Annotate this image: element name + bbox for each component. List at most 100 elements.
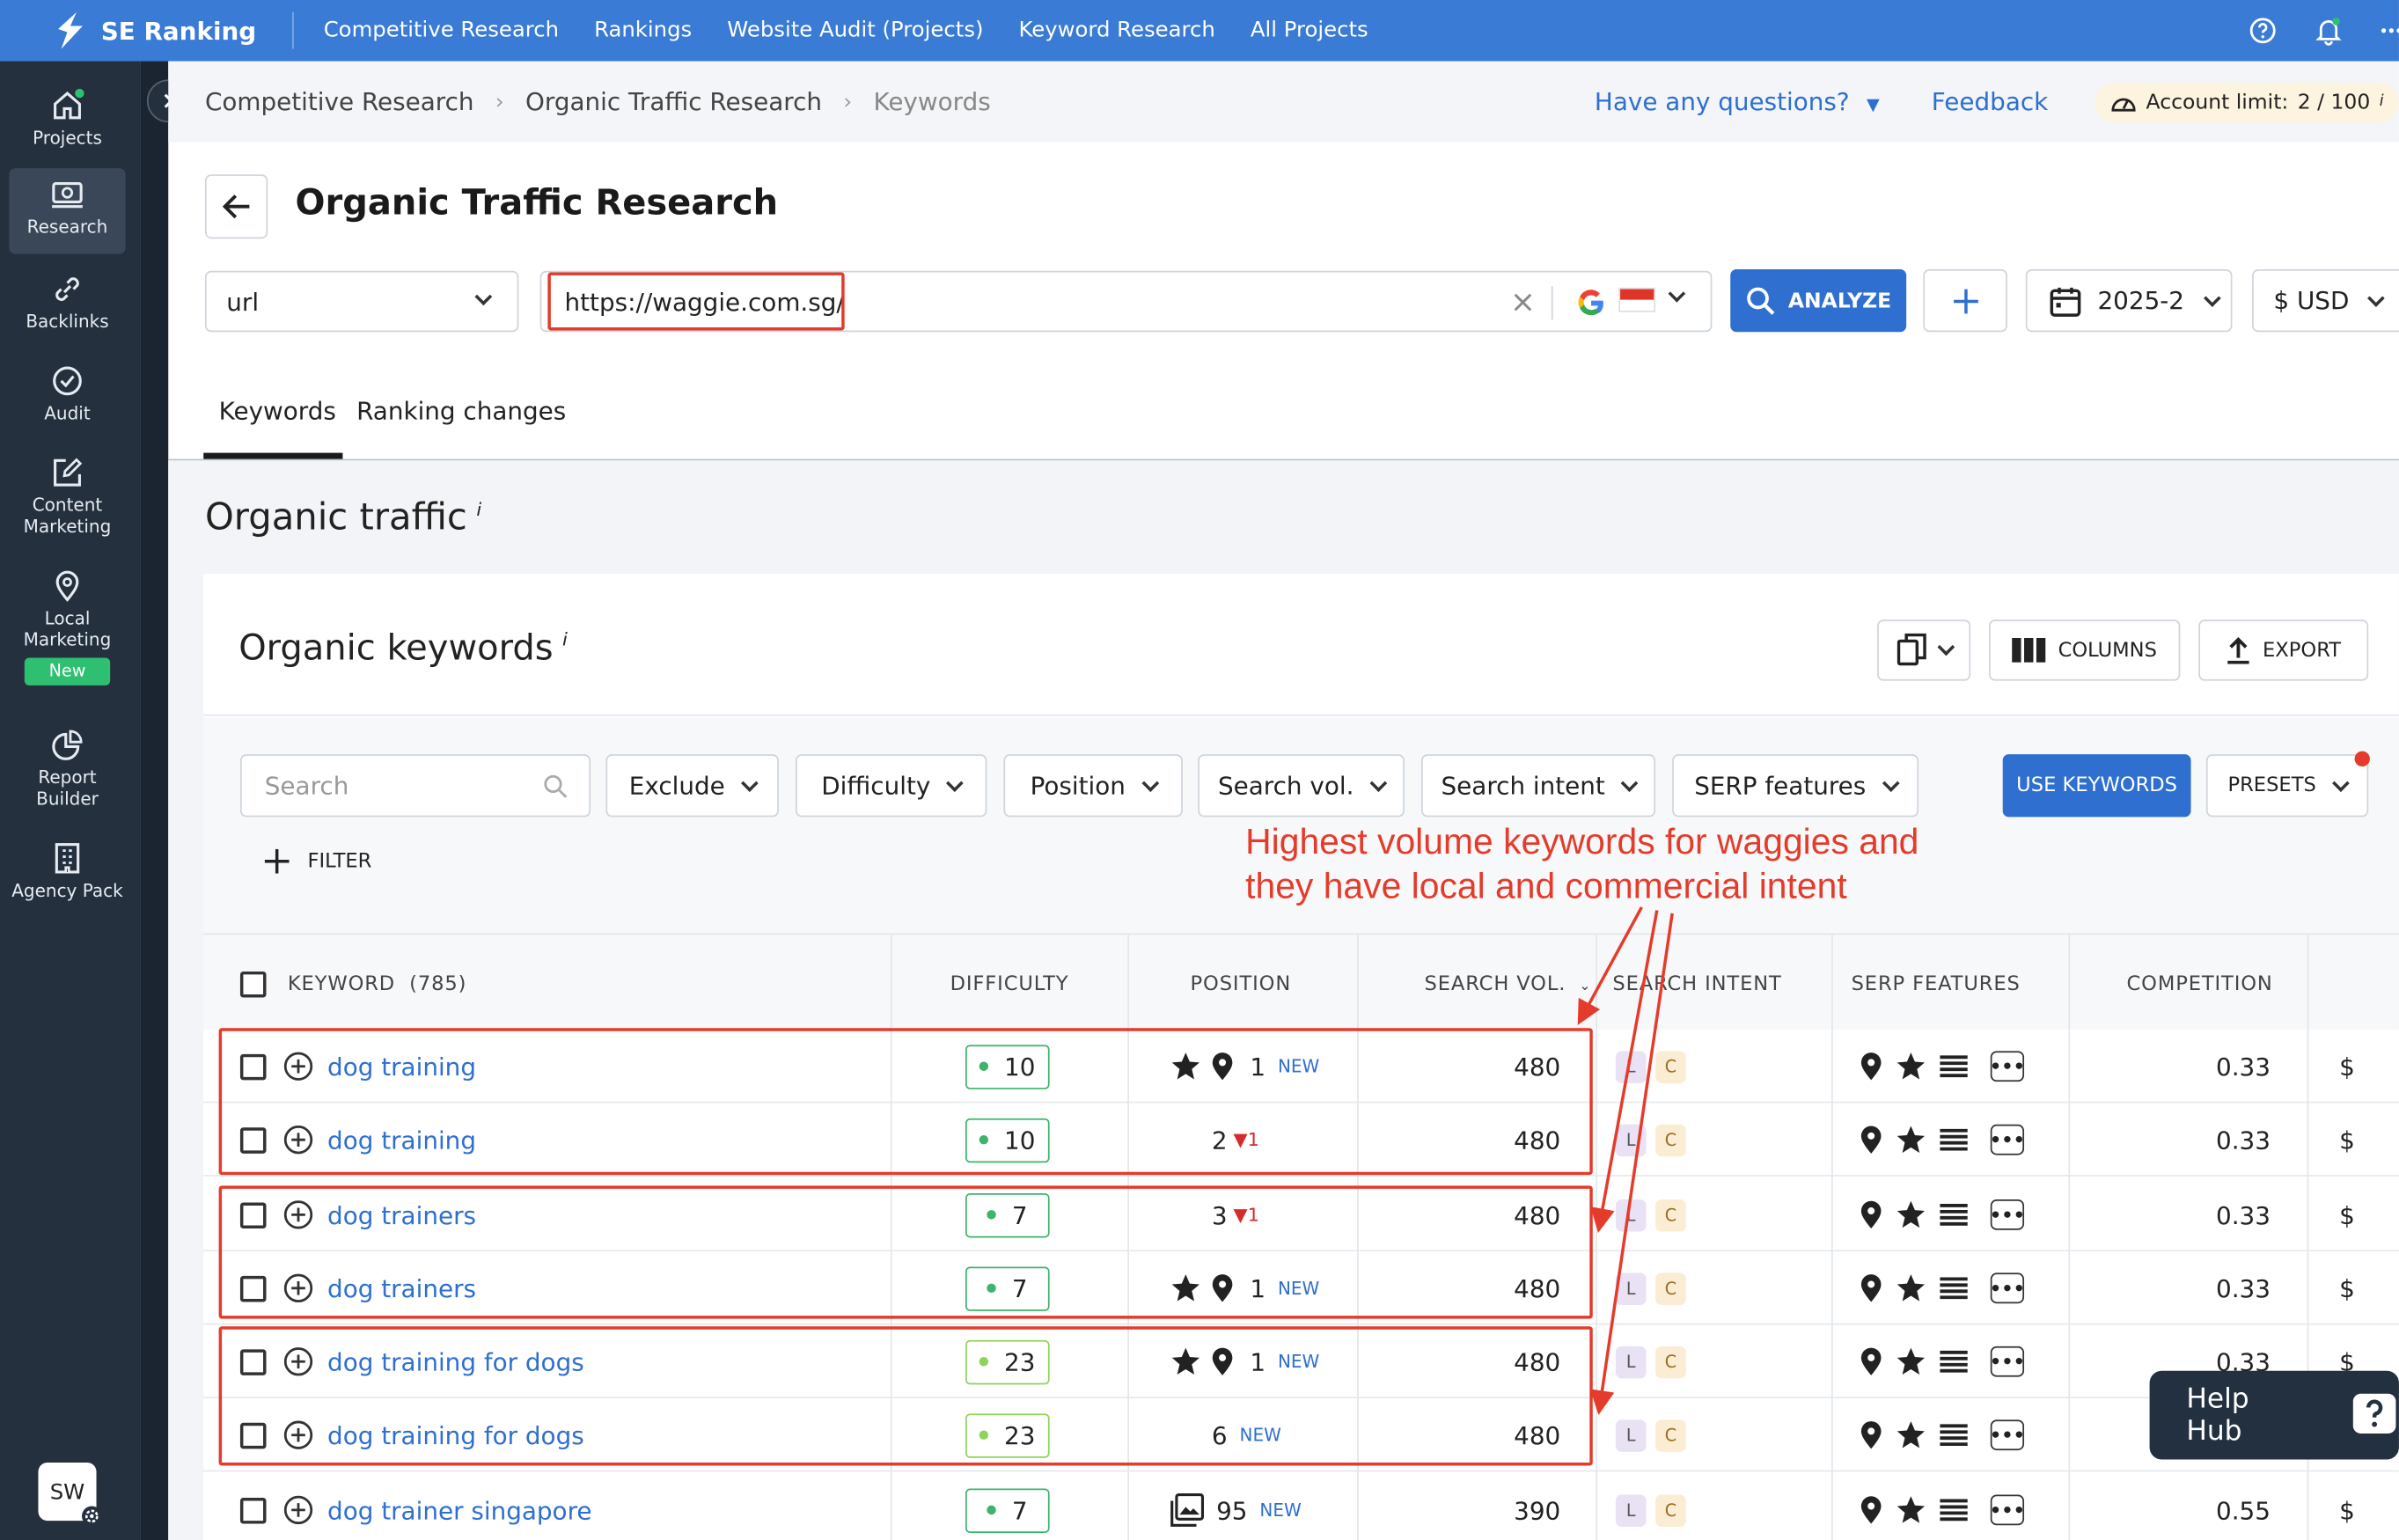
intent-badge-local: L <box>1615 1493 1647 1527</box>
url-input[interactable]: https://waggie.com.sg/ × <box>539 270 1713 333</box>
breadcrumb-item-organic-traffic-research[interactable]: Organic Traffic Research <box>525 87 822 116</box>
add-circle-icon[interactable] <box>283 1199 314 1230</box>
keyword-link[interactable]: dog trainers <box>327 1273 476 1302</box>
position-filter-button[interactable]: Position <box>1003 754 1183 818</box>
info-icon[interactable]: i <box>562 629 568 650</box>
breadcrumb-item-competitive-research[interactable]: Competitive Research <box>205 87 474 116</box>
more-features-button[interactable]: ••• <box>1990 1346 2025 1377</box>
topnav-website-audit[interactable]: Website Audit (Projects) <box>709 18 1001 43</box>
help-hub-button[interactable]: Help Hub <box>2149 1370 2399 1460</box>
add-circle-icon[interactable] <box>283 1495 314 1526</box>
more-features-button[interactable]: ••• <box>1990 1494 2025 1526</box>
tab-keywords[interactable]: Keywords <box>219 396 336 425</box>
difficulty-badge: 7 <box>965 1487 1050 1533</box>
location-pin-icon <box>1860 1200 1882 1229</box>
have-questions-dropdown[interactable]: Have any questions? ▼ <box>1595 87 1880 116</box>
add-circle-icon[interactable] <box>283 1419 314 1450</box>
date-select[interactable]: 2025-2 <box>2025 268 2233 333</box>
card-header: Organic keywords i COLUMNS EXPORT <box>203 574 2399 716</box>
row-checkbox[interactable] <box>239 1275 267 1302</box>
column-header-position[interactable]: POSITION <box>1191 973 1292 996</box>
location-pin-icon <box>1860 1496 1882 1524</box>
tab-ranking-changes[interactable]: Ranking changes <box>356 396 566 425</box>
add-circle-icon[interactable] <box>283 1125 314 1155</box>
have-questions-label: Have any questions? <box>1594 87 1850 117</box>
avatar[interactable]: SW <box>38 1463 102 1527</box>
chevron-down-icon[interactable] <box>1668 284 1686 303</box>
sidebar-item-projects[interactable]: Projects <box>9 79 125 165</box>
topnav-keyword-research[interactable]: Keyword Research <box>1001 18 1232 43</box>
search-volume-filter-button[interactable]: Search vol. <box>1198 754 1405 818</box>
row-checkbox[interactable] <box>239 1348 267 1375</box>
bell-icon[interactable] <box>2314 15 2344 46</box>
row-checkbox[interactable] <box>239 1497 267 1523</box>
column-header-difficulty[interactable]: DIFFICULTY <box>950 973 1069 996</box>
sidebar-item-research[interactable]: Research <box>9 168 126 254</box>
more-features-button[interactable]: ••• <box>1990 1124 2025 1155</box>
column-header-keyword[interactable]: KEYWORD (785) <box>288 973 466 996</box>
sidebar-item-audit[interactable]: Audit <box>9 355 125 434</box>
serp-position-icons <box>1170 1051 1235 1082</box>
topnav-rankings[interactable]: Rankings <box>576 18 709 43</box>
keyword-link[interactable]: dog training <box>327 1126 476 1155</box>
sidebar-item-local-marketing[interactable]: Local Marketing New <box>9 560 125 700</box>
keyword-link[interactable]: dog trainers <box>327 1200 476 1229</box>
topnav-all-projects[interactable]: All Projects <box>1233 18 1386 43</box>
add-button[interactable] <box>1923 268 2007 333</box>
column-header-search-volume[interactable]: SEARCH VOL. ⌄ <box>1425 973 1592 996</box>
add-filter-button[interactable]: FILTER <box>264 848 371 874</box>
select-all-checkbox[interactable] <box>239 971 267 998</box>
currency-select[interactable]: $ USD <box>2252 268 2399 333</box>
keyword-link[interactable]: dog training for dogs <box>327 1420 584 1449</box>
search-intent-filter-button[interactable]: Search intent <box>1421 754 1656 818</box>
export-button[interactable]: EXPORT <box>2198 620 2369 681</box>
more-features-button[interactable]: ••• <box>1990 1199 2025 1230</box>
sidebar-item-agency-pack[interactable]: Agency Pack <box>9 832 125 934</box>
keyword-link[interactable]: dog training <box>327 1052 476 1081</box>
more-icon[interactable] <box>2381 26 2399 35</box>
add-circle-icon[interactable] <box>283 1051 314 1082</box>
sidebar: Projects Research Backlinks Audit Conten… <box>0 61 141 1540</box>
help-icon[interactable] <box>2249 17 2277 44</box>
sidebar-item-backlinks[interactable]: Backlinks <box>9 263 125 342</box>
star-icon <box>1896 1200 1926 1228</box>
columns-button[interactable]: COLUMNS <box>1989 620 2181 681</box>
copy-dropdown-button[interactable] <box>1877 620 1971 681</box>
sidebar-item-content-marketing[interactable]: Content Marketing <box>9 447 125 548</box>
keyword-link[interactable]: dog trainer singapore <box>327 1495 591 1524</box>
settings-gear-icon[interactable] <box>81 1506 102 1527</box>
difficulty-value: 7 <box>1011 1199 1028 1229</box>
sidebar-item-label: Report Builder <box>36 766 99 810</box>
chevron-down-icon <box>2203 289 2221 306</box>
sidebar-item-report-builder[interactable]: Report Builder <box>9 719 125 820</box>
analyze-button[interactable]: ANALYZE <box>1730 268 1907 333</box>
keyword-count: (785) <box>409 972 467 996</box>
keyword-link[interactable]: dog training for dogs <box>327 1347 584 1376</box>
difficulty-filter-button[interactable]: Difficulty <box>796 754 987 818</box>
add-circle-icon[interactable] <box>283 1346 314 1377</box>
keyword-search-input[interactable]: Search <box>239 754 591 818</box>
row-checkbox[interactable] <box>239 1201 267 1228</box>
feedback-link[interactable]: Feedback <box>1932 87 2048 116</box>
more-features-button[interactable]: ••• <box>1990 1051 2025 1082</box>
exclude-filter-button[interactable]: Exclude <box>605 754 779 818</box>
add-circle-icon[interactable] <box>283 1272 314 1303</box>
more-features-button[interactable]: ••• <box>1990 1419 2025 1451</box>
url-input-value[interactable]: https://waggie.com.sg/ <box>565 288 845 317</box>
row-checkbox[interactable] <box>239 1126 267 1153</box>
clear-icon[interactable]: × <box>1510 283 1536 320</box>
mode-select[interactable]: url <box>204 270 519 333</box>
brand[interactable]: SE Ranking <box>0 11 294 49</box>
use-keywords-button[interactable]: USE KEYWORDS <box>2002 754 2191 818</box>
row-checkbox[interactable] <box>239 1421 267 1448</box>
row-checkbox[interactable] <box>239 1052 267 1080</box>
back-button[interactable] <box>204 174 268 239</box>
column-header-serp-features[interactable]: SERP FEATURES <box>1852 973 2021 996</box>
info-icon[interactable]: i <box>476 499 481 520</box>
topnav-competitive-research[interactable]: Competitive Research <box>306 18 576 43</box>
presets-button[interactable]: PRESETS <box>2205 751 2370 818</box>
serp-features-filter-button[interactable]: SERP features <box>1672 754 1919 818</box>
more-features-button[interactable]: ••• <box>1990 1272 2025 1304</box>
difficulty-dot <box>987 1283 997 1294</box>
column-header-competition[interactable]: COMPETITION <box>2127 973 2273 996</box>
